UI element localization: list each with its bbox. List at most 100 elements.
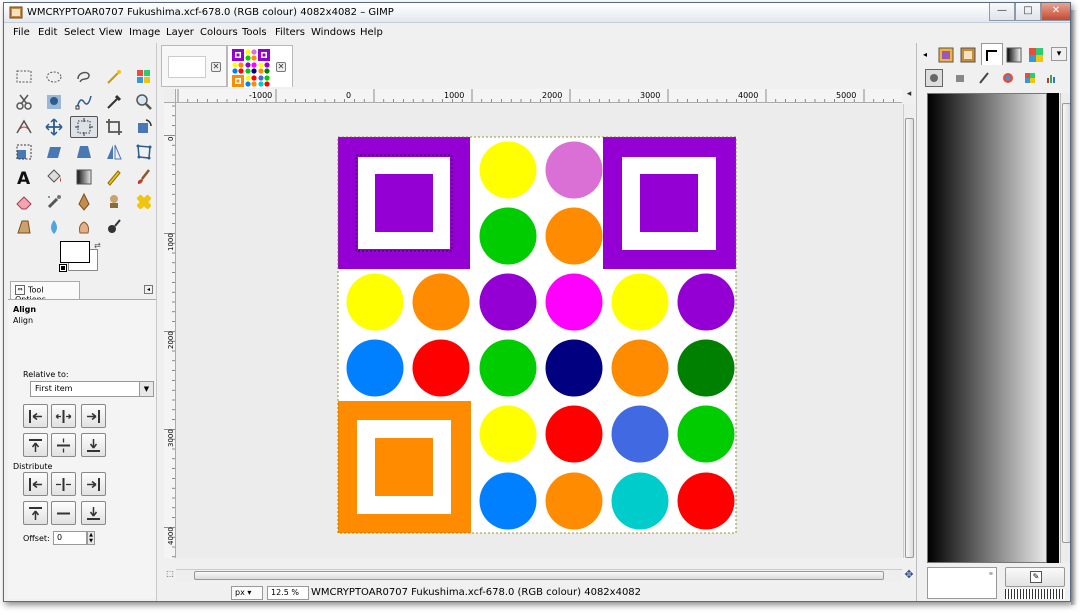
colour-selector[interactable]: ⇄ xyxy=(59,241,102,273)
menu-view[interactable]: View xyxy=(99,27,123,38)
align-icon[interactable] xyxy=(70,116,98,138)
horizontal-ruler[interactable]: -1000 0 1000 2000 3000 4000 5000 xyxy=(176,89,902,103)
align-left-edge-button[interactable] xyxy=(23,404,48,428)
paintbrush-icon[interactable] xyxy=(134,167,154,187)
menu-colours[interactable]: Colours xyxy=(200,27,238,38)
heal-icon[interactable] xyxy=(134,192,154,212)
distribute-center-button[interactable] xyxy=(51,472,76,496)
vertical-scrollbar[interactable] xyxy=(903,104,915,558)
align-middle-button[interactable] xyxy=(51,433,76,457)
distribute-middle-button[interactable] xyxy=(51,501,76,525)
ruler-corner[interactable] xyxy=(164,89,176,103)
airbrush-icon[interactable] xyxy=(44,192,64,212)
close-button[interactable]: ✕ xyxy=(1041,3,1070,21)
clone-icon[interactable] xyxy=(104,192,124,212)
ink-icon[interactable] xyxy=(74,192,94,212)
quick-mask-toggle-icon[interactable]: ⬚ xyxy=(164,569,176,581)
paths-icon[interactable] xyxy=(74,92,94,112)
move-icon[interactable] xyxy=(44,117,64,137)
unit-select[interactable]: px ▾ xyxy=(231,586,263,600)
flip-icon[interactable] xyxy=(104,142,124,162)
default-colours-icon[interactable] xyxy=(59,264,67,272)
quick-mask-icon[interactable]: ◂ xyxy=(903,89,915,103)
navigate-icon[interactable]: ✥ xyxy=(903,569,915,581)
distribute-right-button[interactable] xyxy=(81,472,106,496)
scissors-select-icon[interactable] xyxy=(14,92,34,112)
colour-picker-icon[interactable] xyxy=(104,92,124,112)
measure-icon[interactable] xyxy=(14,117,34,137)
menu-layer[interactable]: Layer xyxy=(166,27,194,38)
horizontal-scroll-thumb[interactable] xyxy=(194,571,884,580)
align-right-edge-button[interactable] xyxy=(81,404,106,428)
distribute-left-button[interactable] xyxy=(23,472,48,496)
ellipse-select-icon[interactable] xyxy=(44,67,64,87)
offset-spinner[interactable]: ▲ ▼ xyxy=(87,531,95,545)
text-icon[interactable]: A xyxy=(14,167,34,187)
patterns-icon[interactable] xyxy=(959,46,977,64)
scale-icon[interactable] xyxy=(14,142,34,162)
zoom-select[interactable]: 12.5 % xyxy=(267,586,309,600)
dock-menu-icon[interactable]: ◂ xyxy=(923,50,927,59)
vertical-ruler[interactable]: 0 1000 2000 3000 4000 xyxy=(164,103,176,558)
brush-preview[interactable]: ⚭ xyxy=(927,567,997,599)
close-icon[interactable]: ✕ xyxy=(276,62,286,72)
menu-file[interactable]: File xyxy=(13,27,30,38)
eraser-icon[interactable] xyxy=(14,192,34,212)
dock-tab-menu-icon[interactable]: ▾ xyxy=(1051,47,1067,61)
distribute-bottom-button[interactable] xyxy=(81,501,106,525)
palettes-icon[interactable] xyxy=(1027,46,1045,64)
menu-edit[interactable]: Edit xyxy=(38,27,57,38)
fuzzy-select-icon[interactable] xyxy=(104,67,124,87)
zoom-icon[interactable] xyxy=(134,92,154,112)
swap-colours-icon[interactable]: ⇄ xyxy=(94,241,101,250)
device-status-icon[interactable] xyxy=(951,69,969,87)
cage-icon[interactable] xyxy=(134,142,154,162)
dock-scroll-thumb[interactable] xyxy=(1062,103,1070,543)
menu-image[interactable]: Image xyxy=(129,27,160,38)
relative-to-select[interactable]: First item ▼ xyxy=(30,381,154,397)
horizontal-scrollbar[interactable] xyxy=(176,569,902,581)
foreground-colour-swatch[interactable] xyxy=(60,241,90,263)
menu-windows[interactable]: Windows xyxy=(311,27,356,38)
dock-vertical-scrollbar[interactable] xyxy=(1060,93,1070,563)
histogram-icon[interactable] xyxy=(1043,69,1061,87)
align-top-edge-button[interactable] xyxy=(23,433,48,457)
rotate-icon[interactable] xyxy=(134,117,154,137)
gradient-list[interactable] xyxy=(1047,93,1059,563)
brushes-icon[interactable] xyxy=(937,46,955,64)
gradients-icon[interactable] xyxy=(1005,46,1023,64)
minimize-button[interactable]: — xyxy=(989,3,1015,21)
blur-icon[interactable] xyxy=(44,217,64,237)
rect-select-icon[interactable] xyxy=(14,67,34,87)
menu-tools[interactable]: Tools xyxy=(242,27,267,38)
menu-select[interactable]: Select xyxy=(64,27,95,38)
menu-help[interactable]: Help xyxy=(360,27,383,38)
close-icon[interactable]: ✕ xyxy=(211,62,221,72)
dodge-burn-icon[interactable] xyxy=(104,217,124,237)
crop-icon[interactable] xyxy=(104,117,124,137)
distribute-top-button[interactable] xyxy=(23,501,48,525)
tab-tool-options[interactable]: ⇔Tool Options xyxy=(10,281,80,304)
align-center-button[interactable] xyxy=(51,404,76,428)
tool-options-icon[interactable] xyxy=(925,69,943,87)
palette-editor-icon[interactable] xyxy=(1021,69,1039,87)
pencil-icon[interactable] xyxy=(104,167,124,187)
blend-icon[interactable] xyxy=(74,167,94,187)
maximize-button[interactable]: □ xyxy=(1015,3,1041,21)
edit-button[interactable]: ✎ xyxy=(1005,567,1065,587)
align-bottom-edge-button[interactable] xyxy=(81,433,106,457)
shear-icon[interactable] xyxy=(44,142,64,162)
paint-dynamics-icon[interactable] xyxy=(975,69,993,87)
bucket-fill-icon[interactable] xyxy=(44,167,64,187)
image-canvas[interactable] xyxy=(176,104,902,558)
gradient-preview[interactable] xyxy=(927,93,1047,563)
blank-image-tab[interactable]: ✕ xyxy=(161,45,227,87)
smudge-icon[interactable] xyxy=(74,217,94,237)
by-colour-select-icon[interactable] xyxy=(134,67,154,87)
perspective-icon[interactable] xyxy=(74,142,94,162)
vertical-scroll-thumb[interactable] xyxy=(905,118,914,558)
tab-menu-icon[interactable]: ◂ xyxy=(144,285,153,294)
fukushima-image-tab[interactable]: ✕ xyxy=(227,45,293,88)
foreground-select-icon[interactable] xyxy=(44,92,64,112)
perspective-clone-icon[interactable] xyxy=(14,217,34,237)
